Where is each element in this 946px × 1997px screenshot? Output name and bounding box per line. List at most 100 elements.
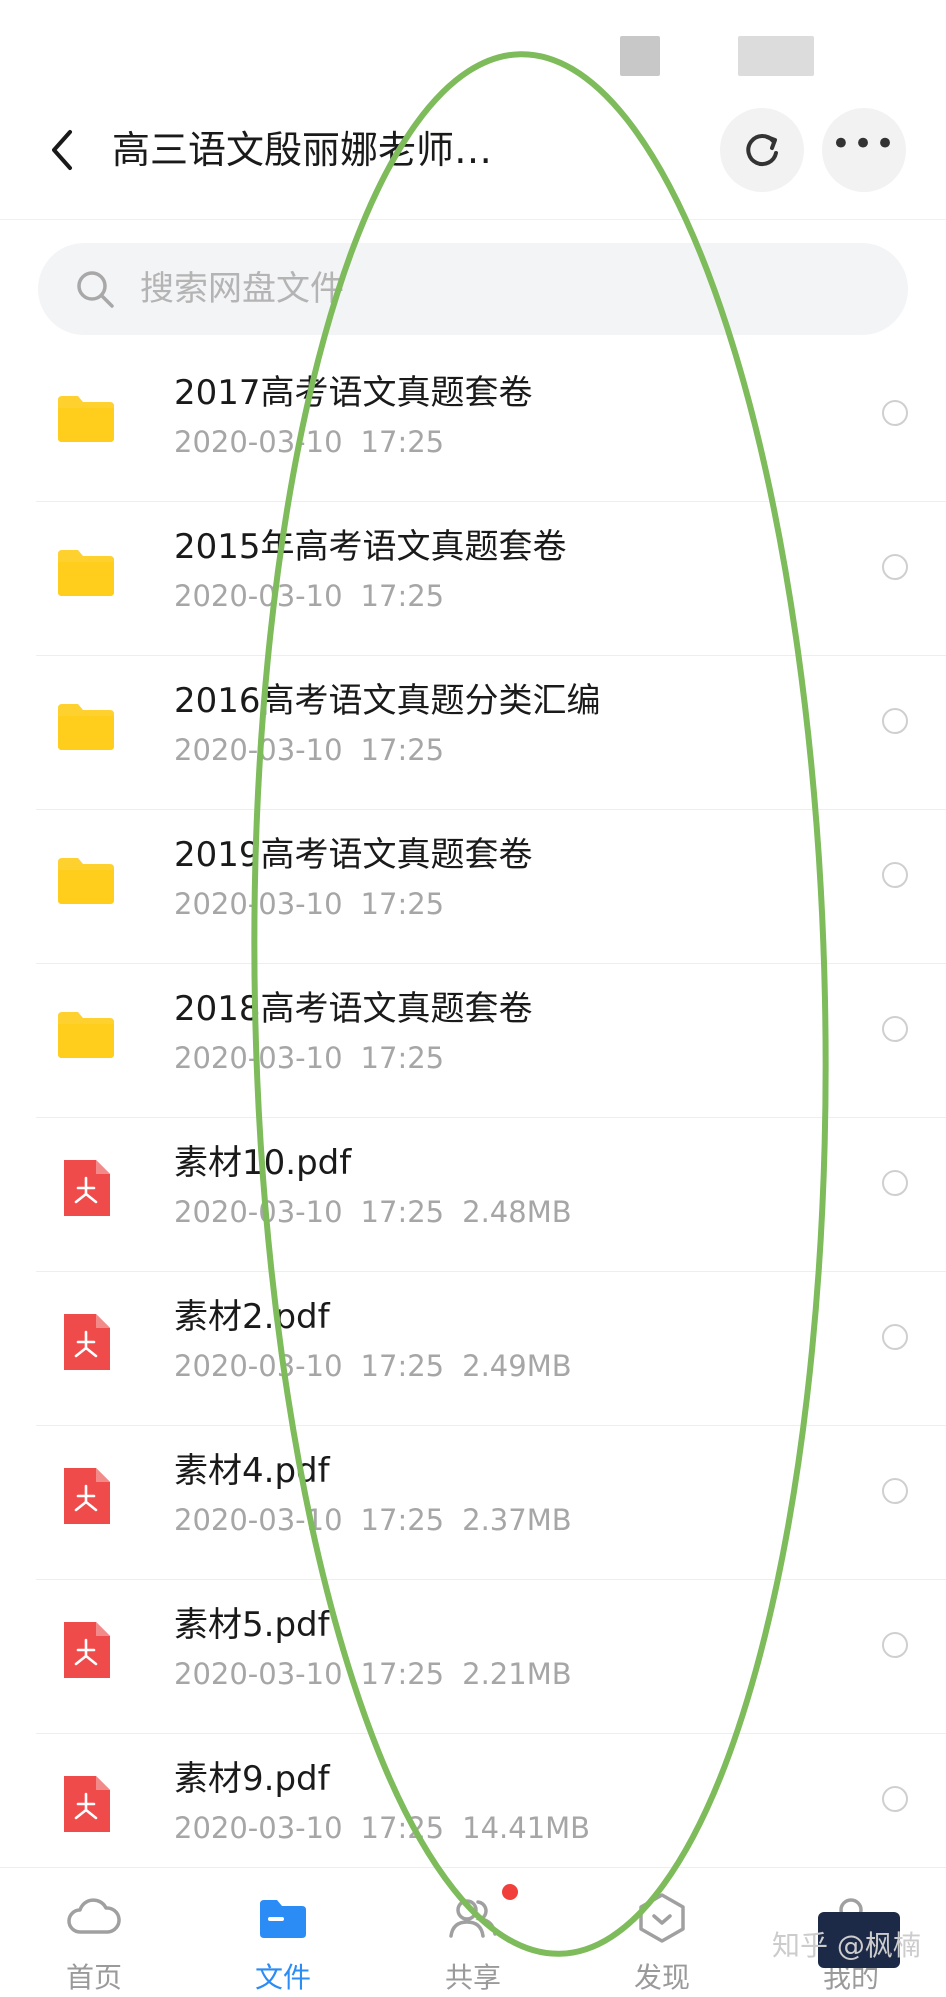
file-meta: 2020-03-10 17:25 2.48MB xyxy=(174,1190,590,1234)
file-row[interactable]: 2015年高考语文真题套卷 2020-03-10 17:25 xyxy=(0,502,946,656)
folder-icon xyxy=(58,550,114,596)
file-name: 2017高考语文真题套卷 xyxy=(174,373,533,413)
discover-icon xyxy=(639,1893,685,1943)
file-meta: 2020-03-10 17:25 2.49MB xyxy=(174,1344,590,1388)
top-nav-bar: 高三语文殷丽娜老师… ••• xyxy=(0,80,946,220)
pdf-file-icon xyxy=(64,1468,110,1524)
file-row[interactable]: 2018高考语文真题套卷 2020-03-10 17:25 xyxy=(0,964,946,1118)
select-radio[interactable] xyxy=(882,862,908,888)
tab-home-label: 首页 xyxy=(65,1961,122,1994)
file-row[interactable]: 2019高考语文真题套卷 2020-03-10 17:25 xyxy=(0,810,946,964)
file-date: 2020-03-10 xyxy=(174,1349,343,1383)
file-time: 17:25 xyxy=(360,1349,445,1383)
file-list: 2017高考语文真题套卷 2020-03-10 17:25 2015年高考语文真题套卷… xyxy=(0,348,946,1888)
select-radio[interactable] xyxy=(882,1786,908,1812)
file-date: 2020-03-10 xyxy=(174,1811,343,1845)
file-size: 2.37MB xyxy=(462,1503,572,1537)
search-icon xyxy=(77,271,114,308)
back-chevron-icon xyxy=(52,130,72,170)
file-row[interactable]: 素材2.pdf 2020-03-10 17:25 2.49MB xyxy=(0,1272,946,1426)
file-time: 17:25 xyxy=(360,1503,445,1537)
refresh-button[interactable] xyxy=(720,108,804,192)
folder-icon xyxy=(58,704,114,750)
select-radio[interactable] xyxy=(882,1632,908,1658)
tab-share[interactable]: 共享 xyxy=(403,1868,543,1997)
folder-icon xyxy=(58,858,114,904)
file-name: 素材2.pdf xyxy=(174,1297,330,1337)
file-meta: 2020-03-10 17:25 xyxy=(174,728,462,772)
back-button[interactable] xyxy=(40,120,84,180)
file-time: 17:25 xyxy=(360,887,445,921)
tab-files-label: 文件 xyxy=(254,1961,311,1994)
file-meta: 2020-03-10 17:25 xyxy=(174,420,462,464)
status-blur-right xyxy=(738,36,814,76)
pdf-file-icon xyxy=(64,1622,110,1678)
file-date: 2020-03-10 xyxy=(174,1503,343,1537)
file-date: 2020-03-10 xyxy=(174,887,343,921)
file-date: 2020-03-10 xyxy=(174,1657,343,1691)
file-time: 17:25 xyxy=(360,1657,445,1691)
file-row[interactable]: 素材10.pdf 2020-03-10 17:25 2.48MB xyxy=(0,1118,946,1272)
cloud-icon xyxy=(67,1898,121,1934)
file-size: 14.41MB xyxy=(462,1811,591,1845)
select-radio[interactable] xyxy=(882,1016,908,1042)
file-time: 17:25 xyxy=(360,1195,445,1229)
pdf-file-icon xyxy=(64,1776,110,1832)
file-name: 素材10.pdf xyxy=(174,1143,352,1183)
select-radio[interactable] xyxy=(882,1170,908,1196)
status-blur-left xyxy=(620,36,660,76)
file-name: 2015年高考语文真题套卷 xyxy=(174,527,567,567)
file-name: 素材9.pdf xyxy=(174,1759,330,1799)
select-radio[interactable] xyxy=(882,708,908,734)
search-input[interactable] xyxy=(140,269,840,309)
select-radio[interactable] xyxy=(882,554,908,580)
file-meta: 2020-03-10 17:25 xyxy=(174,882,462,926)
status-bar xyxy=(0,0,946,80)
file-meta: 2020-03-10 17:25 xyxy=(174,574,462,618)
select-radio[interactable] xyxy=(882,1478,908,1504)
file-size: 2.49MB xyxy=(462,1349,572,1383)
folder-icon xyxy=(260,1900,306,1938)
tab-files[interactable]: 文件 xyxy=(213,1868,353,1997)
file-date: 2020-03-10 xyxy=(174,733,343,767)
tab-discover[interactable]: 发现 xyxy=(592,1868,732,1997)
file-row[interactable]: 素材4.pdf 2020-03-10 17:25 2.37MB xyxy=(0,1426,946,1580)
folder-icon xyxy=(58,1012,114,1058)
file-meta: 2020-03-10 17:25 xyxy=(174,1036,462,1080)
file-date: 2020-03-10 xyxy=(174,1195,343,1229)
select-radio[interactable] xyxy=(882,400,908,426)
share-badge-dot xyxy=(502,1884,518,1900)
file-time: 17:25 xyxy=(360,1811,445,1845)
tab-home[interactable]: 首页 xyxy=(24,1868,164,1997)
more-button[interactable]: ••• xyxy=(822,108,906,192)
file-row[interactable]: 素材5.pdf 2020-03-10 17:25 2.21MB xyxy=(0,1580,946,1734)
file-name: 2019高考语文真题套卷 xyxy=(174,835,533,875)
file-meta: 2020-03-10 17:25 2.21MB xyxy=(174,1652,590,1696)
search-bar[interactable] xyxy=(38,243,908,335)
file-time: 17:25 xyxy=(360,733,445,767)
people-icon xyxy=(449,1899,497,1938)
file-row[interactable]: 2016高考语文真题分类汇编 2020-03-10 17:25 xyxy=(0,656,946,810)
refresh-icon xyxy=(746,134,778,167)
file-size: 2.21MB xyxy=(462,1657,572,1691)
watermark: 知乎 @枫楠 xyxy=(772,1929,921,1962)
file-time: 17:25 xyxy=(360,579,445,613)
tab-share-label: 共享 xyxy=(444,1961,501,1994)
file-name: 2016高考语文真题分类汇编 xyxy=(174,681,601,721)
file-size: 2.48MB xyxy=(462,1195,572,1229)
page-title: 高三语文殷丽娜老师… xyxy=(112,128,493,172)
pdf-file-icon xyxy=(64,1160,110,1216)
tab-discover-label: 发现 xyxy=(633,1961,690,1994)
file-date: 2020-03-10 xyxy=(174,579,343,613)
file-row[interactable]: 素材9.pdf 2020-03-10 17:25 14.41MB xyxy=(0,1734,946,1888)
select-radio[interactable] xyxy=(882,1324,908,1350)
file-date: 2020-03-10 xyxy=(174,425,343,459)
file-row[interactable]: 2017高考语文真题套卷 2020-03-10 17:25 xyxy=(0,348,946,502)
file-meta: 2020-03-10 17:25 2.37MB xyxy=(174,1498,590,1542)
file-date: 2020-03-10 xyxy=(174,1041,343,1075)
file-name: 素材4.pdf xyxy=(174,1451,330,1491)
file-name: 2018高考语文真题套卷 xyxy=(174,989,533,1029)
folder-icon xyxy=(58,396,114,442)
more-icon: ••• xyxy=(830,124,898,164)
file-time: 17:25 xyxy=(360,425,445,459)
